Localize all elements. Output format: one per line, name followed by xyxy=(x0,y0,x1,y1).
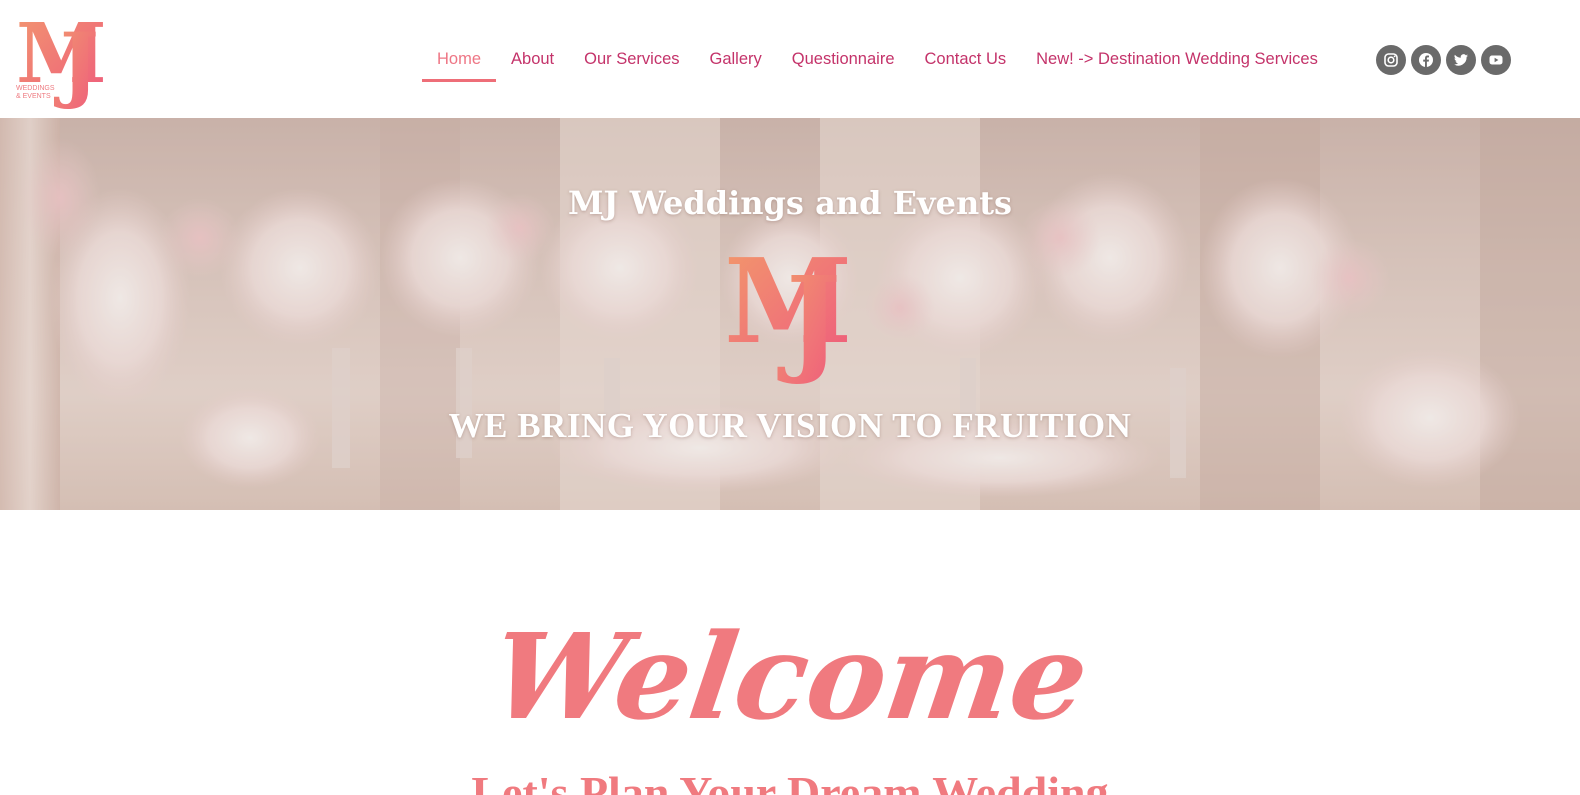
nav-home[interactable]: Home xyxy=(422,44,497,82)
nav-contact-us[interactable]: Contact Us xyxy=(910,44,1022,82)
youtube-button[interactable] xyxy=(1481,45,1511,75)
hero-logo: M J xyxy=(724,242,852,384)
nav-questionnaire[interactable]: Questionnaire xyxy=(777,44,910,82)
nav-destination-wedding[interactable]: New! -> Destination Wedding Services xyxy=(1021,44,1333,82)
facebook-button[interactable] xyxy=(1411,45,1441,75)
svg-text:J: J xyxy=(777,252,841,384)
hero-banner: MJ Weddings and Events M J WE BRING YOUR… xyxy=(0,118,1580,510)
nav-gallery[interactable]: Gallery xyxy=(695,44,777,82)
svg-text:J: J xyxy=(54,16,99,110)
svg-text:& EVENTS: & EVENTS xyxy=(16,93,51,100)
welcome-subheading: Let's Plan Your Dream Wedding xyxy=(471,767,1109,795)
site-header: M J WEDDINGS & EVENTS Home About Our Ser… xyxy=(0,0,1580,118)
instagram-button[interactable] xyxy=(1376,45,1406,75)
welcome-heading: Welcome xyxy=(483,607,1097,746)
hero-title: MJ Weddings and Events xyxy=(567,184,1012,222)
social-links xyxy=(1376,45,1511,75)
youtube-icon xyxy=(1489,55,1503,65)
nav-about[interactable]: About xyxy=(496,44,569,82)
twitter-icon xyxy=(1454,54,1468,66)
brand-logo[interactable]: M J WEDDINGS & EVENTS xyxy=(14,10,110,110)
main-nav: Home About Our Services Gallery Question… xyxy=(422,44,1333,84)
instagram-icon xyxy=(1384,53,1398,67)
nav-our-services[interactable]: Our Services xyxy=(569,44,694,82)
facebook-icon xyxy=(1419,53,1433,67)
svg-text:WEDDINGS: WEDDINGS xyxy=(16,85,55,92)
hero-tagline: WE BRING YOUR VISION TO FRUITION xyxy=(448,406,1132,445)
twitter-button[interactable] xyxy=(1446,45,1476,75)
